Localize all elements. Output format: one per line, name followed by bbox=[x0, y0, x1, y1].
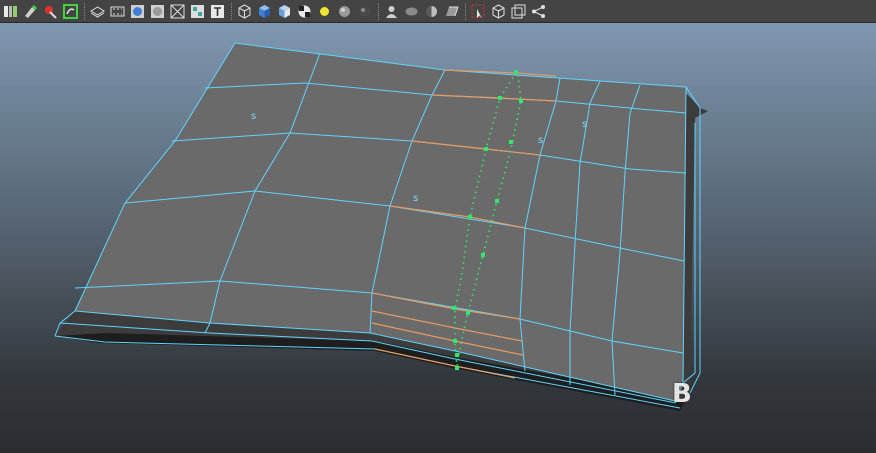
texture-grid-button[interactable] bbox=[189, 3, 206, 20]
checker-button[interactable] bbox=[296, 3, 313, 20]
cube-shaded-icon bbox=[259, 4, 270, 18]
view-label: B bbox=[672, 379, 692, 409]
toolbar-separator bbox=[465, 2, 466, 20]
cube-wire-button[interactable] bbox=[236, 3, 253, 20]
texture-grid-icon bbox=[191, 4, 204, 18]
paint-button[interactable] bbox=[22, 3, 39, 20]
camera-person-button[interactable] bbox=[383, 3, 400, 20]
xray-icon bbox=[170, 4, 185, 18]
shadow-icon bbox=[405, 7, 418, 15]
text-icon bbox=[211, 4, 224, 18]
3d-viewport[interactable]: s s s s B bbox=[0, 23, 876, 453]
paint-icon bbox=[25, 4, 37, 18]
light-button[interactable] bbox=[316, 3, 333, 20]
component-mark: s bbox=[251, 111, 256, 122]
frame-icon bbox=[511, 4, 526, 18]
cube-wire-icon bbox=[238, 3, 251, 19]
toolbar-separator bbox=[231, 2, 232, 20]
sculpt-icon bbox=[45, 5, 57, 19]
camera-person-icon bbox=[386, 5, 397, 18]
wireframe-button[interactable] bbox=[89, 3, 106, 20]
flat-shade-button[interactable] bbox=[149, 3, 166, 20]
grid-cube-button[interactable] bbox=[490, 3, 507, 20]
lasso-icon bbox=[63, 3, 78, 19]
ambient-occlusion-icon bbox=[446, 6, 459, 16]
half-sphere-icon bbox=[426, 5, 437, 17]
grid-cube-icon bbox=[492, 3, 505, 19]
ambient-occlusion-button[interactable] bbox=[443, 3, 460, 20]
sphere-dark-icon bbox=[359, 5, 370, 17]
text-button[interactable] bbox=[209, 3, 226, 20]
sphere-dark-button[interactable] bbox=[356, 3, 373, 20]
component-mark: s bbox=[413, 193, 418, 204]
flat-shade-icon bbox=[151, 4, 164, 18]
channel-box-button[interactable] bbox=[2, 3, 19, 20]
half-sphere-button[interactable] bbox=[423, 3, 440, 20]
component-mark: s bbox=[582, 119, 587, 130]
mesh-scene: s s s s bbox=[54, 42, 708, 411]
smooth-shade-icon bbox=[131, 4, 144, 18]
xray-button[interactable] bbox=[169, 3, 186, 20]
lasso-button[interactable] bbox=[62, 3, 79, 20]
maya-app: s s s s B bbox=[0, 0, 876, 453]
smooth-shade-button[interactable] bbox=[129, 3, 146, 20]
sculpt-button[interactable] bbox=[42, 3, 59, 20]
isolate-select-icon bbox=[471, 4, 485, 18]
toolbar-separator bbox=[378, 2, 379, 20]
light-yellow-icon bbox=[320, 6, 329, 16]
checker-icon bbox=[298, 5, 311, 17]
viewport-toolbar bbox=[0, 0, 876, 23]
isolate-select-button[interactable] bbox=[470, 3, 487, 20]
share-button[interactable] bbox=[530, 3, 547, 20]
toolbar-separator bbox=[84, 2, 85, 20]
sphere-gray-icon bbox=[339, 5, 350, 17]
frame-button[interactable] bbox=[510, 3, 527, 20]
sphere-gray-button[interactable] bbox=[336, 3, 353, 20]
share-icon bbox=[532, 4, 545, 18]
cube-textured-button[interactable] bbox=[276, 3, 293, 20]
filmstrip-icon bbox=[110, 6, 125, 16]
channel-box-icon bbox=[4, 5, 17, 17]
cube-textured-icon bbox=[279, 4, 290, 18]
component-mark: s bbox=[538, 135, 543, 146]
cube-shaded-button[interactable] bbox=[256, 3, 273, 20]
filmstrip-button[interactable] bbox=[109, 3, 126, 20]
shadow-button[interactable] bbox=[403, 3, 420, 20]
wireframe-icon bbox=[90, 5, 105, 18]
